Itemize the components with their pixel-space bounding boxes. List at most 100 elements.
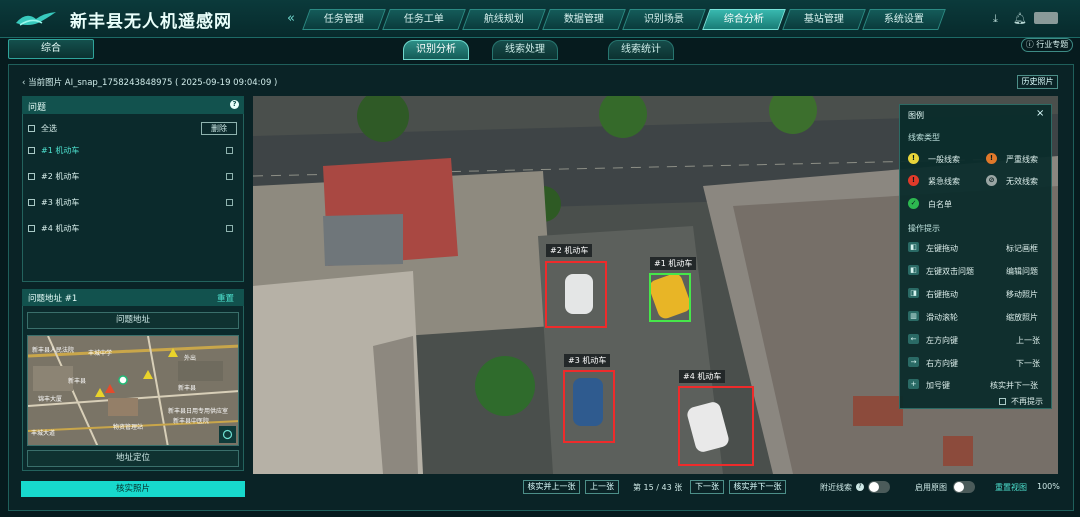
op-key: 滑动滚轮 bbox=[926, 313, 958, 322]
reset-link[interactable]: 重置 bbox=[217, 292, 234, 304]
user-avatar[interactable] bbox=[1034, 12, 1058, 24]
problem-item-1[interactable]: #1 机动车 bbox=[41, 145, 79, 156]
app-title: 新丰县无人机遥感网 bbox=[70, 12, 232, 32]
operations-title: 操作提示 bbox=[908, 224, 940, 233]
edit-icon[interactable] bbox=[226, 147, 233, 154]
nav-task-management[interactable]: 任务管理 bbox=[302, 9, 386, 30]
logo-icon bbox=[16, 12, 56, 26]
nav-task-order[interactable]: 任务工单 bbox=[382, 9, 466, 30]
detection-box[interactable] bbox=[649, 273, 691, 322]
map-label: 新丰县人民法院 bbox=[32, 347, 75, 354]
verify-next-button[interactable]: 核实并下一张 bbox=[729, 480, 786, 494]
delete-button[interactable]: 删除 bbox=[201, 122, 237, 135]
nav-route-planning[interactable]: 航线规划 bbox=[462, 9, 546, 30]
prev-button[interactable]: 上一张 bbox=[585, 480, 619, 494]
op-action: 核实并下一张 bbox=[990, 381, 1038, 390]
page-indicator: 第 15 / 43 张 bbox=[633, 483, 683, 492]
select-all-label: 全选 bbox=[41, 124, 57, 133]
original-image-label: 启用原图 bbox=[915, 483, 947, 492]
nav-recognition-scene[interactable]: 识别场景 bbox=[622, 9, 706, 30]
original-image-toggle[interactable] bbox=[953, 481, 975, 493]
problem-item-2[interactable]: #2 机动车 bbox=[41, 171, 79, 182]
problem-2-checkbox[interactable] bbox=[28, 173, 35, 180]
history-photos-button[interactable]: 历史照片 bbox=[1017, 75, 1058, 89]
edit-icon[interactable] bbox=[226, 225, 233, 232]
arrow-left-icon: ← bbox=[908, 334, 919, 344]
map-label: 外出 bbox=[184, 355, 197, 362]
help-icon[interactable]: ? bbox=[230, 100, 239, 109]
edit-icon[interactable] bbox=[226, 199, 233, 206]
close-icon[interactable]: × bbox=[1036, 108, 1044, 119]
nearby-clues-toggle[interactable] bbox=[868, 481, 890, 493]
zoom-level: 100% bbox=[1037, 482, 1060, 491]
op-key: 左键拖动 bbox=[926, 244, 958, 253]
problem-4-checkbox[interactable] bbox=[28, 225, 35, 232]
warning-icon: ! bbox=[908, 175, 919, 186]
op-key: 左方向键 bbox=[926, 336, 958, 345]
op-key: 左键双击问题 bbox=[926, 267, 974, 276]
problem-address-field[interactable]: 问题地址 bbox=[27, 312, 239, 329]
clue-type-urgent: 紧急线索 bbox=[928, 177, 960, 186]
detection-box[interactable] bbox=[563, 370, 615, 443]
detection-label: #3 机动车 bbox=[564, 354, 611, 367]
help-icon[interactable]: ? bbox=[856, 483, 864, 491]
clue-type-whitelist: 白名单 bbox=[928, 200, 952, 209]
nav-station-management[interactable]: 基站管理 bbox=[782, 9, 866, 30]
collapse-icon[interactable]: « bbox=[287, 11, 295, 26]
industry-topic-button[interactable]: ⓘ 行业专题 bbox=[1021, 38, 1073, 52]
mouse-left-drag-icon: ◧ bbox=[908, 242, 919, 252]
plus-key-icon: + bbox=[908, 379, 919, 389]
nearby-clues-label: 附近线索 bbox=[820, 483, 852, 492]
verify-prev-button[interactable]: 核实并上一张 bbox=[523, 480, 580, 494]
address-panel-title: 问题地址 #1 bbox=[28, 294, 78, 304]
current-image-label: 当前图片 AI_snap_1758243848975 ( 2025-09-19 … bbox=[28, 78, 278, 88]
verify-photo-button[interactable]: 核实照片 bbox=[21, 481, 245, 497]
select-all-checkbox[interactable] bbox=[28, 125, 35, 132]
map-label: 新丰县中医院 bbox=[173, 418, 210, 425]
nav-system-settings[interactable]: 系统设置 bbox=[862, 9, 946, 30]
tab-comprehensive[interactable]: 综合 bbox=[8, 39, 94, 59]
bell-icon[interactable]: 🔔︎ bbox=[1013, 12, 1027, 25]
problem-1-checkbox[interactable] bbox=[28, 147, 35, 154]
problem-panel-header bbox=[22, 96, 244, 114]
problem-item-4[interactable]: #4 机动车 bbox=[41, 223, 79, 234]
detection-label: #2 机动车 bbox=[546, 244, 593, 257]
clue-type-title: 线索类型 bbox=[908, 133, 940, 142]
detection-box[interactable] bbox=[678, 386, 754, 466]
legend-title: 图例 bbox=[908, 111, 924, 120]
mouse-scroll-icon: ▥ bbox=[908, 311, 919, 321]
detection-box[interactable] bbox=[545, 261, 607, 328]
locate-address-button[interactable]: 地址定位 bbox=[27, 450, 239, 467]
invalid-icon: ⊘ bbox=[986, 175, 997, 186]
arrow-right-icon: → bbox=[908, 357, 919, 367]
tab-clue-statistics[interactable]: 线索统计 bbox=[608, 40, 674, 60]
nav-comprehensive-analysis[interactable]: 综合分析 bbox=[702, 9, 786, 30]
problem-panel-title: 问题 bbox=[28, 103, 47, 113]
problem-item-3[interactable]: #3 机动车 bbox=[41, 197, 79, 208]
tab-clue-processing[interactable]: 线索处理 bbox=[492, 40, 558, 60]
back-icon[interactable]: ‹ bbox=[22, 78, 25, 88]
clue-type-general: 一般线索 bbox=[928, 155, 960, 164]
warning-icon: ! bbox=[908, 153, 919, 164]
mouse-double-click-icon: ◧ bbox=[908, 265, 919, 275]
edit-icon[interactable] bbox=[226, 173, 233, 180]
map-label: 新丰县日用专用供应室 bbox=[168, 408, 229, 415]
nav-data-management[interactable]: 数据管理 bbox=[542, 9, 626, 30]
op-action: 下一张 bbox=[1016, 359, 1040, 368]
map-label: 锦丰大厦 bbox=[38, 396, 63, 403]
op-action: 编辑问题 bbox=[1006, 267, 1038, 276]
map-label: 新丰县 bbox=[178, 385, 197, 392]
whitelist-icon: ✓ bbox=[908, 198, 919, 209]
download-icon[interactable]: ⤓ bbox=[993, 12, 998, 26]
legend-panel: 图例 × 线索类型 ! 一般线索 ! 严重线索 ! 紧急线索 ⊘ 无效线索 ✓ … bbox=[899, 104, 1052, 409]
map-label: 物资管理站 bbox=[113, 424, 144, 431]
tab-recognition-analysis[interactable]: 识别分析 bbox=[403, 40, 469, 60]
op-action: 上一张 bbox=[1016, 336, 1040, 345]
detection-label: #4 机动车 bbox=[679, 370, 726, 383]
problem-3-checkbox[interactable] bbox=[28, 199, 35, 206]
location-minimap[interactable]: 新丰县人民法院 新丰县 外出 丰城中学 新丰县 锦丰大厦 新丰县日用专用供应室 … bbox=[27, 335, 239, 446]
breadcrumb: ‹ 当前图片 AI_snap_1758243848975 ( 2025-09-1… bbox=[22, 76, 277, 88]
reset-view-link[interactable]: 重置视图 bbox=[995, 482, 1027, 493]
no-more-checkbox[interactable] bbox=[999, 398, 1006, 405]
next-button[interactable]: 下一张 bbox=[690, 480, 724, 494]
